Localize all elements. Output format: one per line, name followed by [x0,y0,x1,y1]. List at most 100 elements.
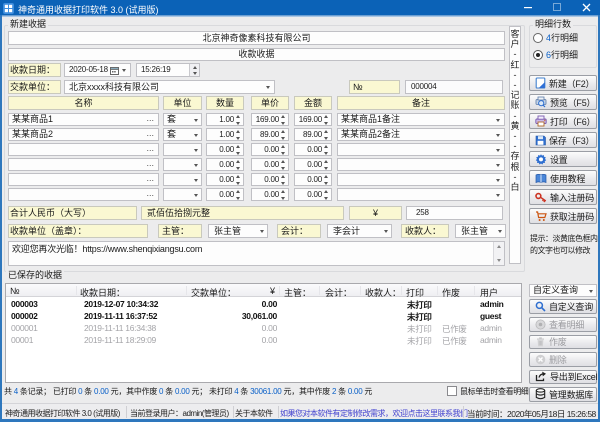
spin-down-icon[interactable] [236,182,240,185]
item-price-spinbox[interactable]: 0.00 [251,173,289,186]
spin-up-icon[interactable] [281,190,285,193]
status-about-link[interactable]: 关于本软件 [235,408,273,419]
saved-grid-header[interactable]: № 收款日期： 交款单位： ¥ 主管： 会计： 收款人： 打印 作废 用户 [6,284,521,297]
item-amount-spinner[interactable] [323,145,329,155]
item-amount-spinbox[interactable]: 0.00 [294,143,332,156]
minimize-button[interactable] [517,3,539,13]
item-amount-spinbox[interactable]: 0.00 [294,173,332,186]
spin-up-icon[interactable] [281,175,285,178]
item-remark-combo[interactable] [337,173,505,186]
spin-down-icon[interactable] [236,122,240,125]
receipt-no-field[interactable]: 000004 [405,80,503,94]
spin-down-icon[interactable] [281,122,285,125]
item-unit-combo[interactable] [163,158,202,171]
preview-button[interactable]: 预览（F5） [529,94,597,110]
item-unit-dropdown-arrow[interactable] [194,164,198,167]
item-unit-combo[interactable] [163,143,202,156]
item-name-browse-button[interactable]: ... [146,190,154,196]
item-unit-dropdown-arrow[interactable] [194,179,198,182]
company-field[interactable]: 北京神奇像素科技有限公司 [8,31,505,45]
accountant-dropdown-arrow[interactable] [384,230,388,233]
save-button[interactable]: 保存（F3） [529,132,597,148]
item-name-field[interactable]: ... [8,173,159,186]
spin-down-icon[interactable] [281,167,285,170]
close-button[interactable] [575,3,597,13]
item-unit-dropdown-arrow[interactable] [194,149,198,152]
saved-row[interactable]: 000002 2019-11-11 16:37:52 30,061.00 未打印… [6,311,521,323]
col-accountant[interactable]: 会计： [325,286,352,299]
col-manager[interactable]: 主管： [284,286,311,299]
spin-down-icon[interactable] [324,152,328,155]
payee-combo[interactable]: 张主管 [455,224,506,238]
spin-up-icon[interactable] [236,190,240,193]
item-amount-spinner[interactable] [323,175,329,185]
spin-up-icon[interactable] [236,115,240,118]
spin-up-icon[interactable] [324,175,328,178]
item-unit-combo[interactable] [163,188,202,201]
item-remark-combo[interactable] [337,143,505,156]
item-amount-spinner[interactable] [323,190,329,200]
item-qty-spinbox[interactable]: 0.00 [206,188,244,201]
date-dropdown-arrow[interactable] [122,69,126,72]
spin-down-icon[interactable] [324,167,328,170]
spin-down-icon[interactable] [236,152,240,155]
item-price-spinner[interactable] [280,160,286,170]
date-picker[interactable]: 2020-05-18 [64,63,131,77]
item-name-browse-button[interactable]: ... [146,160,154,166]
item-remark-combo[interactable]: 某某商品1备注 [337,113,505,126]
item-qty-spinner[interactable] [235,160,241,170]
spin-down-icon[interactable] [324,197,328,200]
item-amount-spinner[interactable] [323,130,329,140]
scroll-up-icon[interactable] [494,242,504,251]
saved-row[interactable]: 000003 2019-12-07 10:34:32 0.00 未打印 admi… [6,299,521,311]
item-remark-dropdown-arrow[interactable] [496,134,500,137]
item-qty-spinner[interactable] [235,175,241,185]
spin-down-icon[interactable] [281,197,285,200]
payee-dropdown-arrow[interactable] [498,230,502,233]
manager-dropdown-arrow[interactable] [260,230,264,233]
radio-6-rows[interactable]: 6行明细 [533,50,578,60]
item-unit-combo[interactable] [163,173,202,186]
manager-combo[interactable]: 张主管 [208,224,268,238]
item-qty-spinner[interactable] [235,115,241,125]
custom-query-button[interactable]: 自定义查询 [529,299,597,314]
item-price-spinner[interactable] [280,145,286,155]
spin-down-icon[interactable] [236,197,240,200]
spin-up-icon[interactable] [281,130,285,133]
welcome-scrollbar[interactable] [493,242,504,265]
item-remark-dropdown-arrow[interactable] [496,119,500,122]
item-amount-spinner[interactable] [323,115,329,125]
item-remark-dropdown-arrow[interactable] [496,149,500,152]
spin-up-icon[interactable] [281,115,285,118]
spin-up-icon[interactable] [324,130,328,133]
spin-up-icon[interactable] [281,160,285,163]
item-price-spinbox[interactable]: 0.00 [251,188,289,201]
col-date[interactable]: 收款日期： [80,286,125,299]
item-price-spinner[interactable] [280,115,286,125]
print-button[interactable]: 打印（F6） [529,113,597,129]
item-qty-spinbox[interactable]: 1.00 [206,128,244,141]
tutorial-button[interactable]: 使用教程 [529,170,597,186]
item-qty-spinbox[interactable]: 0.00 [206,173,244,186]
spin-up-icon[interactable] [193,66,197,69]
saved-row[interactable]: 000001 2019-11-11 16:34:38 0.00 未打印 已作废 … [6,323,521,335]
spin-up-icon[interactable] [281,145,285,148]
payer-combo[interactable]: 北京xxxx科技有限公司 [64,80,275,94]
item-name-field[interactable]: ... [8,188,159,201]
col-payer[interactable]: 交款单位： [191,286,236,299]
item-price-spinbox[interactable]: 0.00 [251,143,289,156]
item-name-browse-button[interactable]: ... [146,115,154,121]
spin-down-icon[interactable] [324,182,328,185]
spin-down-icon[interactable] [193,72,197,75]
item-price-spinner[interactable] [280,190,286,200]
query-dropdown[interactable]: 自定义查询 [529,284,597,297]
spin-up-icon[interactable] [324,145,328,148]
query-dropdown-arrow[interactable] [589,290,593,293]
item-qty-spinbox[interactable]: 1.00 [206,113,244,126]
time-spinner[interactable] [189,64,199,76]
col-user[interactable]: 用户 [480,286,498,299]
spin-down-icon[interactable] [324,137,328,140]
spin-up-icon[interactable] [324,190,328,193]
time-spin-down-button[interactable] [190,70,199,76]
spin-up-icon[interactable] [324,160,328,163]
